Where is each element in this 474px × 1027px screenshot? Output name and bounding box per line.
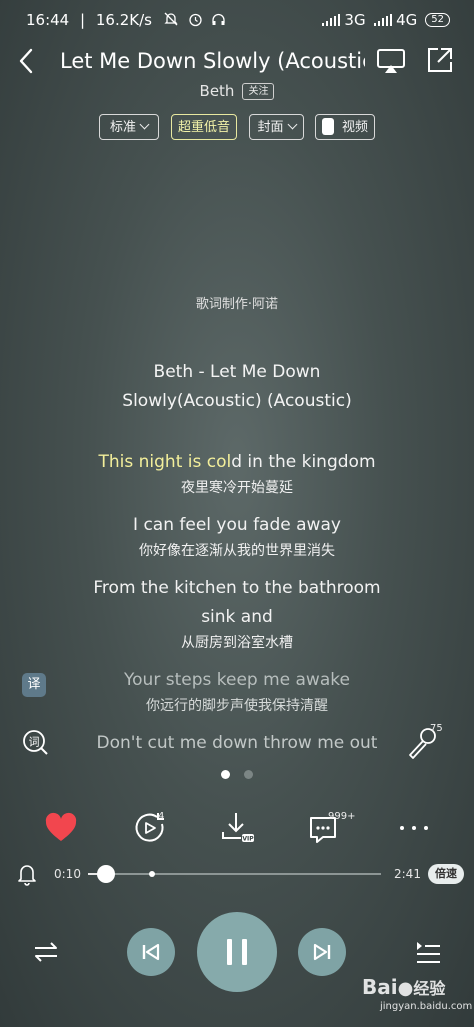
share-icon[interactable]	[424, 44, 456, 76]
progress-track[interactable]	[88, 873, 381, 875]
lyrics-search-icon[interactable]: 词	[20, 727, 50, 757]
lyric-translation: 从厨房到浴室水槽	[181, 635, 293, 651]
lyrics-heading-line-2: Slowly(Acoustic) (Acoustic)	[122, 391, 352, 411]
download-vip-icon[interactable]: VIP	[219, 810, 255, 846]
previous-icon	[142, 943, 160, 961]
toggle-switch-icon	[321, 118, 334, 135]
pause-button[interactable]	[197, 912, 277, 992]
lyric-text: Your steps keep me awake	[124, 670, 350, 690]
lyric-line[interactable]: From the kitchen to the bathroom sink an…	[0, 574, 474, 654]
song-title-marquee: Let Me Down Slowly (Acoustic)	[60, 46, 365, 76]
lyric-translation: 夜里寒冷开始蔓延	[181, 480, 293, 496]
buffer-marker	[149, 871, 156, 877]
signal-icon-2	[373, 14, 393, 26]
playback-speed-button[interactable]: 倍速	[428, 864, 464, 884]
svg-text:VIP: VIP	[242, 836, 254, 843]
page-indicator	[0, 770, 474, 782]
lyric-translation: 你好像在逐渐从我的世界里消失	[139, 543, 335, 559]
lyric-text: From the kitchen to the bathroom	[93, 578, 381, 598]
lyrics-song-heading: Beth - Let Me Down Slowly(Acoustic) (Aco…	[0, 358, 474, 416]
quality-select[interactable]: 标准	[99, 114, 159, 140]
comment-count: 999+	[328, 811, 356, 822]
status-3g: 3G	[344, 11, 366, 29]
karaoke-count: 75	[430, 723, 443, 734]
sound-effect-label: 超重低音	[177, 120, 230, 135]
artist-row: Beth 关注	[0, 80, 474, 102]
lyric-line[interactable]: I can feel you fade away 你好像在逐渐从我的世界里消失	[0, 511, 474, 562]
page-dot-active[interactable]	[221, 770, 230, 779]
mute-bell-icon	[164, 12, 178, 26]
chevron-down-icon	[287, 119, 297, 130]
play-queue-icon[interactable]	[413, 937, 443, 967]
sound-effect-button[interactable]: 超重低音	[171, 114, 237, 140]
status-time: 16:44	[26, 11, 70, 29]
current-time: 0:10	[54, 867, 81, 881]
status-4g: 4G	[396, 11, 418, 29]
status-right: 3G 4G 52	[321, 11, 450, 29]
page-dot[interactable]	[244, 770, 253, 779]
like-heart-icon[interactable]	[43, 810, 79, 846]
playlist-count: 4	[158, 811, 165, 822]
lyric-line[interactable]: Your steps keep me awake 你远行的脚步声使我保持清醒	[0, 666, 474, 717]
more-options-icon[interactable]	[396, 810, 432, 846]
lyric-rest-part: d in the kingdom	[231, 452, 376, 472]
progress-knob[interactable]	[97, 865, 116, 883]
watermark-brand: Bai	[362, 975, 398, 999]
pause-icon	[227, 939, 232, 965]
battery-indicator: 52	[425, 13, 450, 27]
watermark-url: jingyan.baidu.com	[380, 1001, 473, 1012]
lyric-sung-part: This night is col	[98, 452, 232, 472]
cast-screen-icon[interactable]	[375, 45, 407, 77]
cover-label: 封面	[257, 120, 284, 135]
headphones-icon	[212, 13, 225, 25]
artist-name[interactable]: Beth	[200, 82, 235, 100]
video-label: 视频	[341, 120, 368, 135]
follow-button[interactable]: 关注	[242, 82, 275, 100]
status-left: 16:44 | 16.2K/s	[26, 11, 226, 29]
next-track-button[interactable]	[298, 928, 346, 976]
lyric-translation: 你远行的脚步声使我保持清醒	[146, 698, 328, 714]
watermark-brand-tail: 经验	[413, 979, 446, 998]
lyric-line[interactable]: Don't cut me down throw me out	[0, 729, 474, 758]
paw-icon: ●	[397, 978, 414, 999]
lyric-text: Don't cut me down throw me out	[96, 733, 378, 753]
baidu-jingyan-watermark: Bai●经验 jingyan.baidu.com	[362, 975, 472, 1025]
play-mode-shuffle-icon[interactable]	[31, 937, 61, 967]
video-toggle-button[interactable]: 视频	[315, 114, 375, 140]
status-bar: 16:44 | 16.2K/s 3G 4G 52	[0, 0, 474, 40]
playback-options: 标准 超重低音 封面 视频	[0, 114, 474, 142]
lyric-line-current[interactable]: This night is cold in the kingdom 夜里寒冷开始…	[0, 448, 474, 499]
chevron-down-icon	[139, 119, 150, 130]
sleep-timer-bell-icon[interactable]	[16, 862, 38, 886]
cover-select[interactable]: 封面	[249, 114, 304, 140]
translate-toggle-button[interactable]: 译	[22, 673, 46, 697]
lyrics-search-label: 词	[29, 736, 40, 749]
next-icon	[313, 943, 331, 961]
quality-label: 标准	[109, 120, 136, 135]
lyric-text-wrap: sink and	[201, 607, 273, 627]
pause-icon-bar	[242, 939, 247, 965]
signal-icon	[321, 14, 341, 26]
back-arrow-icon[interactable]	[14, 44, 38, 78]
lyrics-heading-line-1: Beth - Let Me Down	[153, 362, 321, 382]
song-title: Let Me Down Slowly (Acoustic)	[60, 49, 365, 73]
status-net-speed: 16.2K/s	[95, 11, 152, 29]
lyric-text: I can feel you fade away	[133, 515, 341, 535]
previous-track-button[interactable]	[127, 928, 175, 976]
total-time: 2:41	[394, 867, 421, 881]
lyrics-credit: 歌词制作·阿诺	[195, 297, 279, 312]
alarm-icon	[188, 13, 202, 27]
